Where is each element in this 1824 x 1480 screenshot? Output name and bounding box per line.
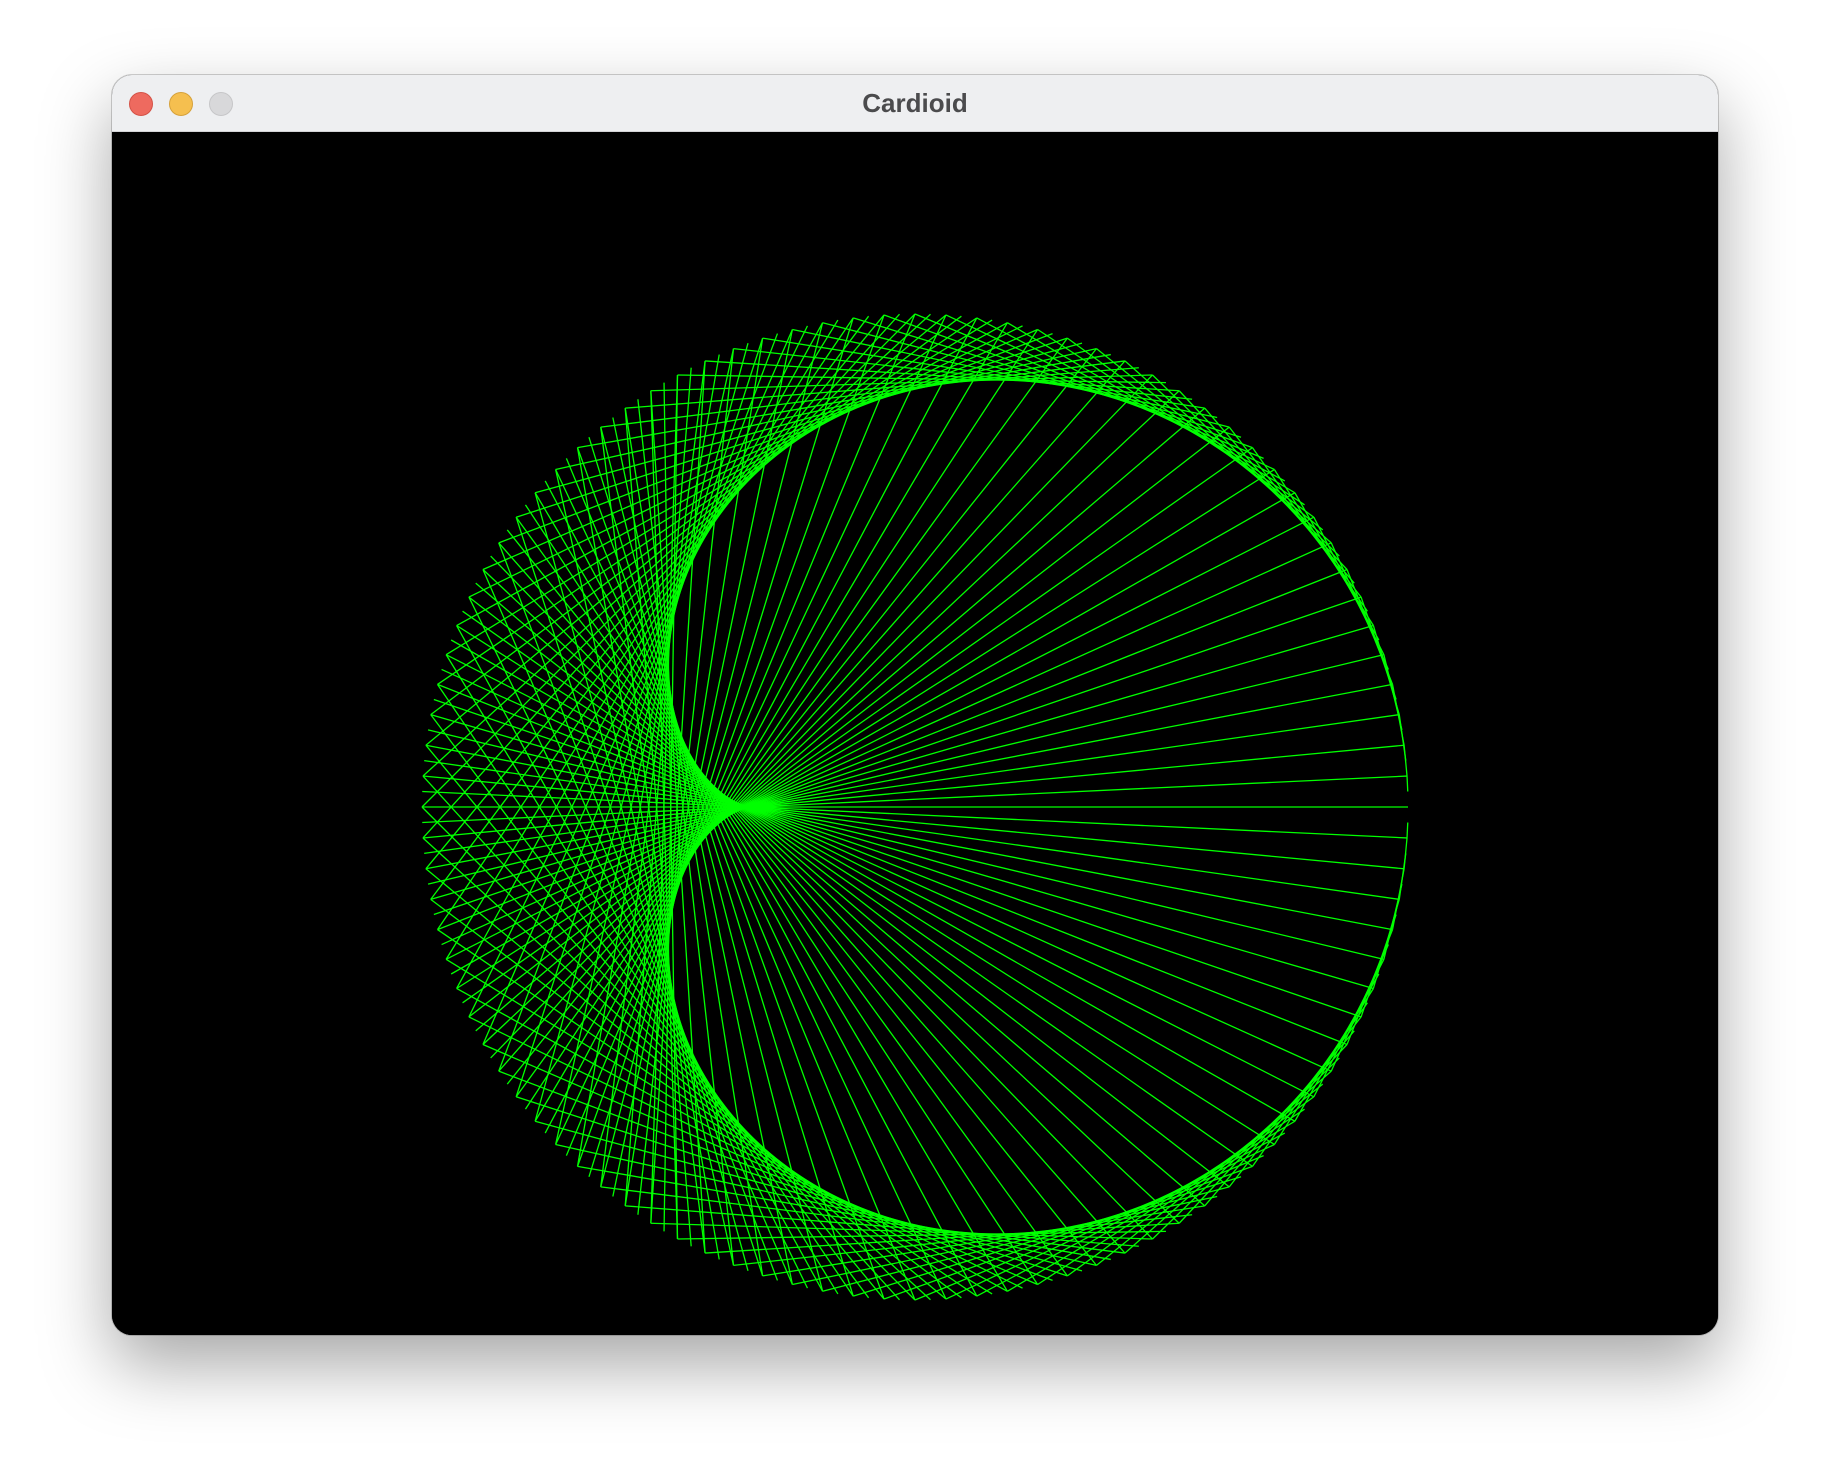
cardioid-line: [445, 516, 1315, 960]
cardioid-line: [437, 929, 978, 1297]
cardioid-line: [425, 868, 947, 1300]
cardioid-line: [498, 360, 1126, 1072]
cardioid-line: [421, 313, 916, 808]
cardioid-line: [456, 624, 1275, 1146]
app-window: Cardioid: [112, 75, 1718, 1335]
cardioid-line: [1406, 776, 1409, 792]
cardioid-lines: [421, 313, 1409, 1301]
drawing-canvas: [112, 132, 1718, 1335]
cardioid-drawing: [112, 132, 1718, 1335]
cardioid-line: [534, 342, 1083, 494]
cardioid-line: [1251, 447, 1368, 612]
cardioid-line: [945, 1143, 1275, 1300]
cardioid-line: [577, 353, 1111, 449]
cardioid-line: [482, 1043, 1038, 1286]
window-title: Cardioid: [862, 88, 968, 118]
cardioid-line: [515, 517, 764, 1277]
cardioid-line: [945, 314, 1275, 471]
cardioid-line: [456, 468, 1275, 990]
cardioid-line: [1406, 822, 1409, 838]
cardioid-line: [515, 337, 764, 1097]
cardioid-line: [424, 713, 1400, 855]
cardioid-line: [425, 314, 947, 746]
cardioid-line: [482, 328, 1038, 571]
cardioid-line: [515, 1096, 1068, 1277]
cardioid-line: [577, 1165, 1111, 1261]
cardioid-line: [445, 654, 1315, 1098]
title-bar[interactable]: Cardioid: [112, 75, 1718, 132]
cardioid-line: [1403, 745, 1408, 777]
cardioid-line: [515, 337, 1068, 1098]
cardioid-line: [534, 1120, 1083, 1272]
cardioid-line: [1096, 348, 1324, 531]
cardioid-line: [1037, 1108, 1305, 1286]
cardioid-line: [498, 542, 1126, 1254]
